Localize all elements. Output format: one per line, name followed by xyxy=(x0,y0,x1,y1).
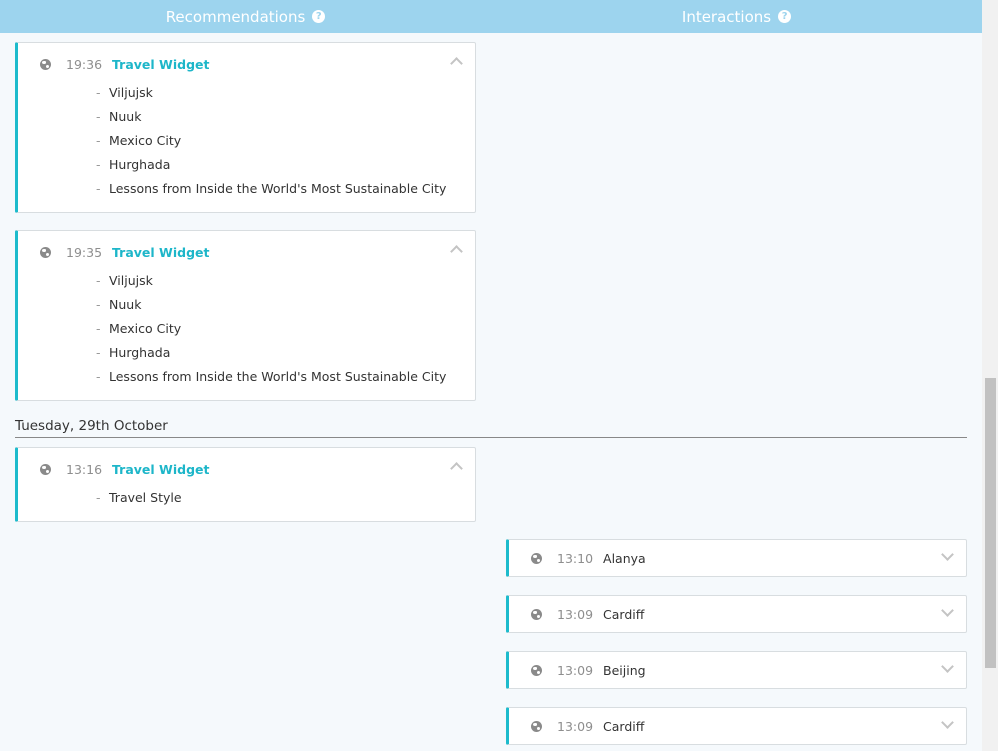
chevron-down-icon[interactable] xyxy=(941,548,954,561)
card-time: 13:16 xyxy=(66,461,103,477)
scrollbar-thumb[interactable] xyxy=(985,378,996,668)
recommendation-card: 19:35 Travel Widget - Viljujsk - Nuuk - Mex… xyxy=(15,230,476,401)
card-header: 19:35 Travel Widget xyxy=(40,243,209,261)
interaction-city: Alanya xyxy=(603,550,646,566)
card-header: 13:10 Alanya xyxy=(531,549,646,567)
interaction-card[interactable]: 13:10 Alanya xyxy=(506,539,967,577)
list-item: - Viljujsk xyxy=(96,273,153,288)
scrollbar-track[interactable] xyxy=(982,0,998,751)
recommendations-header: Recommendations ? xyxy=(0,0,491,33)
interactions-header: Interactions ? xyxy=(491,0,982,33)
globe-icon xyxy=(40,463,51,475)
list-item: - Nuuk xyxy=(96,109,142,124)
card-header: 13:16 Travel Widget xyxy=(40,460,209,478)
widget-title: Travel Widget xyxy=(112,461,210,477)
interaction-city: Cardiff xyxy=(603,718,645,734)
recommendation-card: 13:16 Travel Widget - Travel Style xyxy=(15,447,476,522)
card-header: 13:09 Beijing xyxy=(531,661,646,679)
chevron-down-icon[interactable] xyxy=(941,716,954,729)
card-time: 13:09 xyxy=(557,606,594,622)
card-header: 13:09 Cardiff xyxy=(531,717,644,735)
chevron-down-icon[interactable] xyxy=(941,660,954,673)
globe-icon xyxy=(531,552,542,564)
card-header: 19:36 Travel Widget xyxy=(40,55,209,73)
chevron-up-icon[interactable] xyxy=(450,462,463,475)
interaction-city: Cardiff xyxy=(603,606,645,622)
card-time: 13:10 xyxy=(557,550,594,566)
card-time: 19:36 xyxy=(66,56,103,72)
widget-title: Travel Widget xyxy=(112,244,210,260)
list-item: - Hurghada xyxy=(96,345,171,360)
chevron-up-icon[interactable] xyxy=(450,245,463,258)
list-item: - Mexico City xyxy=(96,133,182,148)
date-separator: Tuesday, 29th October xyxy=(15,418,168,434)
globe-icon xyxy=(40,246,51,258)
interaction-city: Beijing xyxy=(603,662,646,678)
recommendation-list: - Viljujsk - Nuuk - Mexico City - Hurghada -… xyxy=(96,85,446,205)
globe-icon xyxy=(531,720,542,732)
chevron-up-icon[interactable] xyxy=(450,57,463,70)
globe-icon xyxy=(40,58,51,70)
recommendation-card: 19:36 Travel Widget - Viljujsk - Nuuk - Mex… xyxy=(15,42,476,213)
interaction-card[interactable]: 13:09 Cardiff xyxy=(506,707,967,745)
list-item: - Mexico City xyxy=(96,321,182,336)
globe-icon xyxy=(531,608,542,620)
recommendation-list: - Viljujsk - Nuuk - Mexico City - Hurghada -… xyxy=(96,273,446,393)
interaction-card[interactable]: 13:09 Cardiff xyxy=(506,595,967,633)
card-time: 13:09 xyxy=(557,662,594,678)
interactions-title: Interactions xyxy=(681,7,772,26)
list-item: - Viljujsk xyxy=(96,85,153,100)
recommendations-title: Recommendations xyxy=(165,7,306,26)
help-icon[interactable]: ? xyxy=(312,10,326,23)
list-item: - Nuuk xyxy=(96,297,142,312)
card-time: 13:09 xyxy=(557,718,594,734)
list-item: - Hurghada xyxy=(96,157,171,172)
globe-icon xyxy=(531,664,542,676)
card-time: 19:35 xyxy=(66,244,103,260)
card-header: 13:09 Cardiff xyxy=(531,605,644,623)
widget-title: Travel Widget xyxy=(112,56,210,72)
interaction-card[interactable]: 13:09 Beijing xyxy=(506,651,967,689)
help-icon[interactable]: ? xyxy=(778,10,792,23)
list-item: - Travel Style xyxy=(96,490,182,505)
list-item: - Lessons from Inside the World's Most Su… xyxy=(96,181,447,196)
recommendation-list: - Travel Style xyxy=(96,490,182,514)
chevron-down-icon[interactable] xyxy=(941,604,954,617)
column-header-bar: Recommendations ? Interactions ? xyxy=(0,0,982,33)
list-item: - Lessons from Inside the World's Most Su… xyxy=(96,369,447,384)
date-divider xyxy=(15,437,967,438)
